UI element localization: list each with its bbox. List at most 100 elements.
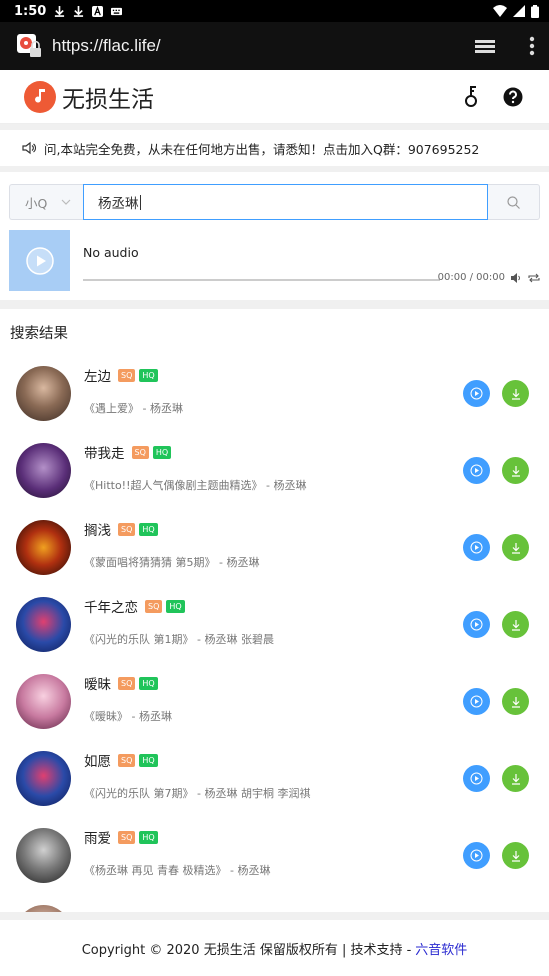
download-button[interactable] [502,457,529,484]
song-title[interactable]: 暧昧 [84,673,111,693]
result-row[interactable]: 搁浅 SQ HQ 《蒙面唱将猜猜猜 第5期》 - 杨丞琳 [16,509,549,586]
download-button[interactable] [502,842,529,869]
album-cover [16,674,71,729]
play-button[interactable] [463,457,490,484]
sq-badge: SQ [118,522,136,536]
download-icon [511,773,520,785]
search-icon [507,195,520,209]
play-button[interactable] [463,842,490,869]
site-info-icon[interactable] [16,33,42,59]
sq-badge: SQ [131,445,149,459]
help-icon[interactable] [503,87,523,107]
source-select-value: 小Q [25,195,48,211]
status-bar: 1:50 [0,0,549,22]
play-icon [470,695,483,708]
song-title[interactable]: 带我走 [84,442,125,462]
more-menu-icon[interactable] [529,36,535,56]
player-title: No audio [83,245,139,260]
hq-badge: HQ [152,445,172,459]
repeat-icon[interactable] [528,273,540,283]
album-cover [16,828,71,883]
key-icon[interactable] [463,85,479,108]
keyboard-icon [111,7,123,15]
sq-badge: SQ [118,830,136,844]
tabs-icon[interactable] [475,37,497,55]
song-title[interactable]: 如愿 [84,750,111,770]
player-cover[interactable] [9,230,70,291]
album-artist: 《闪光的乐队 第7期》 - 杨丞琳 胡宇桐 李润祺 [84,787,311,800]
logo-icon [24,80,56,113]
sq-badge: SQ [145,599,163,613]
result-row[interactable]: 暧昧 SQ HQ 《暧昧》 - 杨丞琳 [16,663,549,740]
play-circle-icon[interactable] [25,246,54,275]
source-select[interactable]: 小Q [9,184,83,220]
album-artist: 《暧昧》 - 杨丞琳 [84,710,172,723]
download-button[interactable] [502,380,529,407]
song-title[interactable]: 雨爱 [84,827,111,847]
hq-badge: HQ [139,830,158,844]
sq-badge: SQ [118,753,136,767]
download-notification-icon [55,5,65,17]
play-icon [470,541,483,554]
play-button[interactable] [463,534,490,561]
album-cover [16,520,71,575]
sq-badge: SQ [118,368,136,382]
wifi-icon [493,5,507,17]
download-icon [511,619,520,631]
play-button[interactable] [463,765,490,792]
battery-icon [531,4,539,18]
clock: 1:50 [14,3,47,19]
notice-text[interactable]: 问,本站完全免费，从未在任何地方出售，请悉知！点击加入Q群：907695252 [44,139,479,158]
album-cover [16,597,71,652]
song-title[interactable]: 左边 [84,365,111,385]
play-icon [470,387,483,400]
result-row[interactable]: 带我走 SQ HQ 《Hitto!!超人气偶像剧主题曲精选》 - 杨丞琳 [16,432,549,509]
download-icon [511,388,520,400]
search-input-value: 杨丞琳 [98,196,139,212]
album-artist: 《Hitto!!超人气偶像剧主题曲精选》 - 杨丞琳 [84,479,307,492]
song-title[interactable]: 搁浅 [84,519,111,539]
divider [0,300,549,309]
play-icon [470,464,483,477]
result-row[interactable]: 雨爱 SQ HQ 《杨丞琳 再见 青春 极精选》 - 杨丞琳 [16,817,549,894]
download-button[interactable] [502,534,529,561]
signal-icon [513,5,525,17]
result-row[interactable]: 左边 SQ HQ 《遇上爱》 - 杨丞琳 [16,355,549,432]
address-text[interactable]: https://flac.life/ [52,36,161,56]
notice-bar[interactable]: 问,本站完全免费，从未在任何地方出售，请悉知！点击加入Q群：907695252 [0,130,549,166]
play-button[interactable] [463,688,490,715]
play-button[interactable] [463,380,490,407]
song-title[interactable]: 千年之恋 [84,596,138,616]
support-link[interactable]: 六音软件 [415,939,467,958]
chevron-down-icon [61,199,71,205]
hq-badge: HQ [166,599,185,613]
copyright-text: Copyright © 2020 无损生活 保留版权所有 | 技术支持 - [81,942,412,958]
results-heading: 搜索结果 [10,326,68,342]
download-button[interactable] [502,611,529,638]
album-artist: 《杨丞琳 再见 青春 极精选》 - 杨丞琳 [84,864,271,877]
a-notification-icon [92,5,104,17]
app-title[interactable]: 无损生活 [62,80,154,114]
result-row[interactable]: 如愿 SQ HQ 《闪光的乐队 第7期》 - 杨丞琳 胡宇桐 李润祺 [16,740,549,817]
app-header: 无损生活 [0,70,549,124]
volume-icon[interactable] [511,272,522,283]
player-time: 00:00 / 00:00 [437,272,505,283]
download-button[interactable] [502,688,529,715]
speaker-icon [22,141,36,155]
download-icon [511,465,520,477]
play-button[interactable] [463,611,490,638]
play-icon [470,618,483,631]
download-button[interactable] [502,765,529,792]
play-icon [470,772,483,785]
album-artist: 《蒙面唱将猜猜猜 第5期》 - 杨丞琳 [84,556,260,569]
download-notification-icon [74,5,84,17]
hq-badge: HQ [139,676,158,690]
progress-bar[interactable] [83,279,440,281]
audio-player: No audio 00:00 / 00:00 [0,230,549,300]
album-cover [16,751,71,806]
download-icon [511,542,520,554]
search-button[interactable] [488,184,540,220]
browser-url-bar: https://flac.life/ [0,22,549,70]
search-input[interactable]: 杨丞琳 [83,184,488,220]
result-row[interactable]: 千年之恋 SQ HQ 《闪光的乐队 第1期》 - 杨丞琳 张碧晨 [16,586,549,663]
